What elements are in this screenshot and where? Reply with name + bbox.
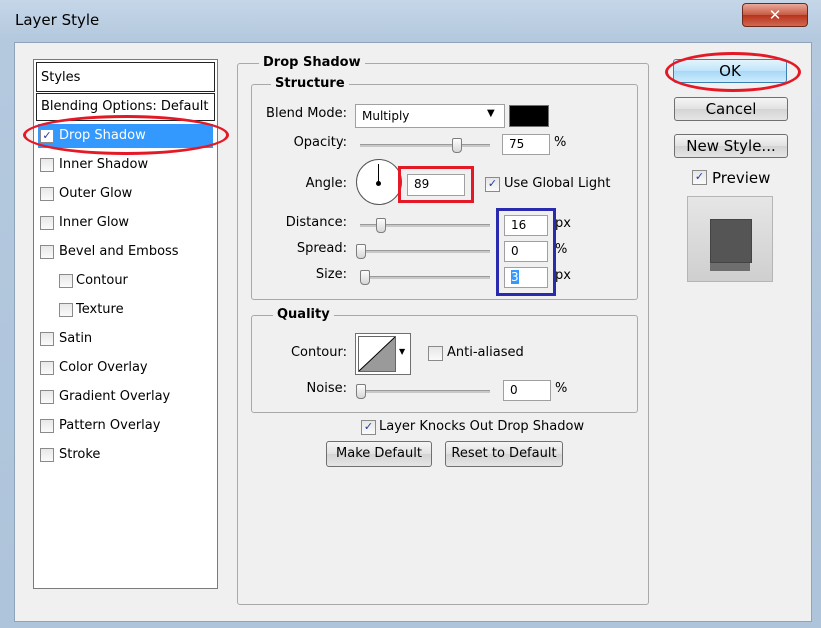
opacity-slider-thumb[interactable] — [452, 138, 462, 153]
window-frame: Layer Style ✕ Styles Blending Options: D… — [0, 0, 821, 628]
styles-header-label: Styles — [41, 70, 81, 85]
dialog-body: Styles Blending Options: Default ✓ Drop … — [14, 42, 812, 622]
satin-checkbox[interactable] — [40, 332, 54, 346]
gradient-overlay-checkbox[interactable] — [40, 390, 54, 404]
inner-glow-checkbox[interactable] — [40, 216, 54, 230]
use-global-light-label: Use Global Light — [504, 176, 611, 191]
opacity-label: Opacity: — [293, 135, 347, 150]
noise-input[interactable]: 0 — [503, 380, 551, 401]
anti-aliased-label: Anti-aliased — [447, 345, 524, 360]
style-item-satin[interactable]: Satin — [38, 327, 213, 351]
preview-swatch — [687, 196, 773, 282]
bevel-emboss-checkbox[interactable] — [40, 245, 54, 259]
style-item-label: Texture — [76, 302, 124, 317]
style-item-inner-glow[interactable]: Inner Glow — [38, 211, 213, 235]
chevron-down-icon: ▼ — [399, 347, 406, 356]
annotation-box-distance-spread-size — [496, 208, 556, 296]
style-item-label: Contour — [76, 273, 128, 288]
make-default-button[interactable]: Make Default — [326, 441, 432, 467]
angle-dial-center — [376, 181, 381, 186]
style-item-texture[interactable]: Texture — [38, 298, 213, 322]
texture-checkbox[interactable] — [59, 303, 73, 317]
anti-aliased-checkbox[interactable] — [428, 346, 443, 361]
style-item-label: Satin — [59, 331, 93, 346]
angle-dial[interactable] — [356, 159, 402, 205]
drop-shadow-title: Drop Shadow — [259, 55, 365, 70]
styles-header[interactable]: Styles — [36, 62, 215, 92]
style-item-label: Inner Shadow — [59, 157, 149, 172]
noise-value: 0 — [510, 383, 518, 397]
blend-mode-label: Blend Mode: — [266, 106, 347, 121]
use-global-light-checkbox[interactable]: ✓ — [485, 177, 500, 192]
spread-unit: % — [555, 242, 568, 257]
cancel-button[interactable]: Cancel — [674, 97, 788, 121]
noise-slider[interactable] — [360, 390, 490, 393]
title-bar[interactable]: Layer Style ✕ — [0, 0, 821, 40]
preview-label: Preview — [712, 169, 771, 187]
quality-group — [251, 315, 638, 413]
style-item-label: Pattern Overlay — [59, 418, 161, 433]
spread-slider-thumb[interactable] — [356, 244, 366, 259]
distance-slider-thumb[interactable] — [376, 218, 386, 233]
layer-knocks-out-label: Layer Knocks Out Drop Shadow — [379, 419, 585, 434]
annotation-ellipse-drop-shadow — [23, 115, 229, 155]
style-item-pattern-overlay[interactable]: Pattern Overlay — [38, 414, 213, 438]
opacity-unit: % — [554, 135, 567, 150]
style-item-stroke[interactable]: Stroke — [38, 443, 213, 467]
annotation-ellipse-ok — [665, 52, 801, 92]
outer-glow-checkbox[interactable] — [40, 187, 54, 201]
blending-options-label: Blending Options: Default — [41, 99, 209, 114]
preview-checkbox[interactable]: ✓ — [692, 170, 707, 185]
chevron-down-icon: ▼ — [487, 108, 495, 119]
style-item-label: Gradient Overlay — [59, 389, 171, 404]
contour-checkbox[interactable] — [59, 274, 73, 288]
close-icon: ✕ — [768, 6, 782, 24]
close-button[interactable]: ✕ — [742, 3, 808, 27]
opacity-value: 75 — [509, 137, 525, 151]
spread-label: Spread: — [296, 241, 347, 256]
pattern-overlay-checkbox[interactable] — [40, 419, 54, 433]
new-style-button[interactable]: New Style... — [674, 134, 788, 158]
blend-mode-select[interactable]: Multiply ▼ — [355, 104, 505, 128]
contour-label: Contour: — [290, 345, 347, 360]
window-title: Layer Style — [15, 11, 100, 29]
annotation-box-angle — [398, 166, 474, 203]
color-overlay-checkbox[interactable] — [40, 361, 54, 375]
stroke-checkbox[interactable] — [40, 448, 54, 462]
opacity-input[interactable]: 75 — [502, 134, 550, 155]
distance-label: Distance: — [285, 215, 347, 230]
size-slider[interactable] — [360, 276, 490, 279]
style-item-label: Outer Glow — [59, 186, 133, 201]
style-item-bevel-emboss[interactable]: Bevel and Emboss — [38, 240, 213, 264]
noise-unit: % — [555, 381, 568, 396]
size-label: Size: — [315, 267, 347, 282]
shadow-color-swatch[interactable] — [509, 105, 549, 127]
reset-to-default-button[interactable]: Reset to Default — [445, 441, 563, 467]
style-item-inner-shadow[interactable]: Inner Shadow — [38, 153, 213, 177]
noise-slider-thumb[interactable] — [356, 384, 366, 399]
style-item-color-overlay[interactable]: Color Overlay — [38, 356, 213, 380]
size-unit: px — [555, 268, 571, 283]
quality-title: Quality — [273, 307, 334, 322]
preview-square — [710, 219, 752, 263]
style-item-label: Inner Glow — [59, 215, 130, 230]
spread-slider[interactable] — [360, 250, 490, 253]
style-item-gradient-overlay[interactable]: Gradient Overlay — [38, 385, 213, 409]
contour-curve-icon — [358, 336, 396, 372]
style-item-label: Stroke — [59, 447, 101, 462]
noise-label: Noise: — [306, 381, 347, 396]
size-slider-thumb[interactable] — [360, 270, 370, 285]
style-item-outer-glow[interactable]: Outer Glow — [38, 182, 213, 206]
blend-mode-value: Multiply — [362, 109, 410, 123]
inner-shadow-checkbox[interactable] — [40, 158, 54, 172]
style-item-contour[interactable]: Contour — [38, 269, 213, 293]
contour-picker[interactable]: ▼ — [355, 333, 411, 375]
layer-knocks-out-checkbox[interactable]: ✓ — [361, 420, 376, 435]
structure-title: Structure — [271, 76, 349, 91]
style-item-label: Bevel and Emboss — [59, 244, 179, 259]
angle-label: Angle: — [305, 176, 347, 191]
distance-unit: px — [555, 216, 571, 231]
style-item-label: Color Overlay — [59, 360, 148, 375]
opacity-slider[interactable] — [360, 144, 490, 147]
